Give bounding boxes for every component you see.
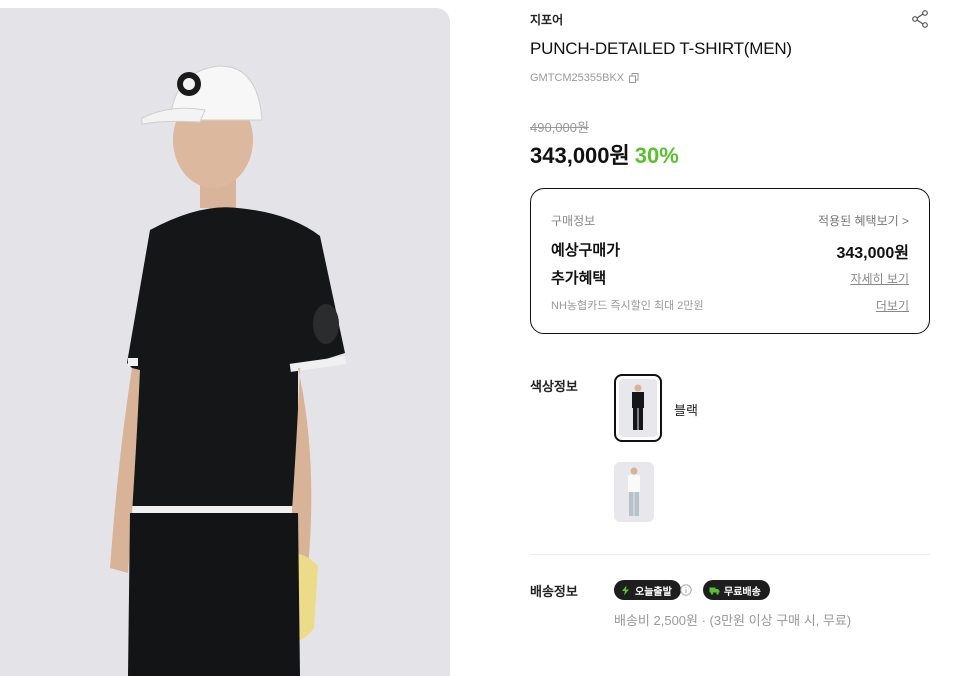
color-swatch-white[interactable]: [614, 462, 654, 522]
color-info-label: 색상정보: [530, 379, 578, 394]
badge-same-day-shipping: 오늘출발: [614, 580, 681, 600]
selected-color-name: 블랙: [674, 403, 698, 418]
sale-price: 343,000원: [530, 143, 630, 168]
more-link[interactable]: 더보기: [876, 297, 909, 314]
shipping-info-label: 배송정보: [530, 584, 578, 599]
original-price: 490,000원: [530, 120, 589, 135]
expected-price-value: 343,000원: [836, 245, 909, 262]
expected-price-label: 예상구매가: [551, 242, 621, 259]
product-main-image[interactable]: [0, 8, 450, 676]
black-outfit-thumbnail: [619, 379, 657, 437]
shipping-fee-text: 배송비 2,500원 · (3만원 이상 구매 시, 무료): [614, 613, 852, 628]
bolt-icon: [622, 585, 629, 595]
purchase-info-box: 구매정보 적용된 혜택보기 > 예상구매가 343,000원 추가혜택 자세히 …: [530, 188, 930, 334]
price-row: 343,000원 30%: [530, 138, 679, 170]
badge-today-label: 오늘출발: [635, 586, 672, 598]
brand-name[interactable]: 지포어: [530, 11, 563, 28]
view-details-link[interactable]: 자세히 보기: [850, 270, 909, 287]
share-icon[interactable]: [910, 9, 930, 29]
badge-free-label: 무료배송: [724, 586, 761, 598]
sku-row: GMTCM25355BKX: [530, 72, 639, 84]
extra-benefits-label: 추가혜택: [551, 270, 607, 287]
section-divider: [530, 554, 930, 555]
card-discount-text: NH농협카드 즉시할인 최대 2만원: [551, 300, 704, 312]
color-swatch-black[interactable]: [614, 374, 662, 442]
purchase-info-header: 구매정보: [551, 214, 596, 228]
product-sku: GMTCM25355BKX: [530, 72, 625, 84]
product-title: PUNCH-DETAILED T-SHIRT(MEN): [530, 39, 792, 58]
model-illustration: [0, 8, 450, 676]
applied-benefits-link[interactable]: 적용된 혜택보기 >: [818, 212, 909, 229]
discount-rate: 30%: [634, 143, 679, 168]
white-outfit-thumbnail: [614, 462, 654, 522]
truck-icon: [709, 587, 720, 595]
badge-free-shipping: 무료배송: [703, 580, 770, 600]
info-icon[interactable]: [680, 584, 692, 596]
copy-icon[interactable]: [629, 73, 639, 83]
